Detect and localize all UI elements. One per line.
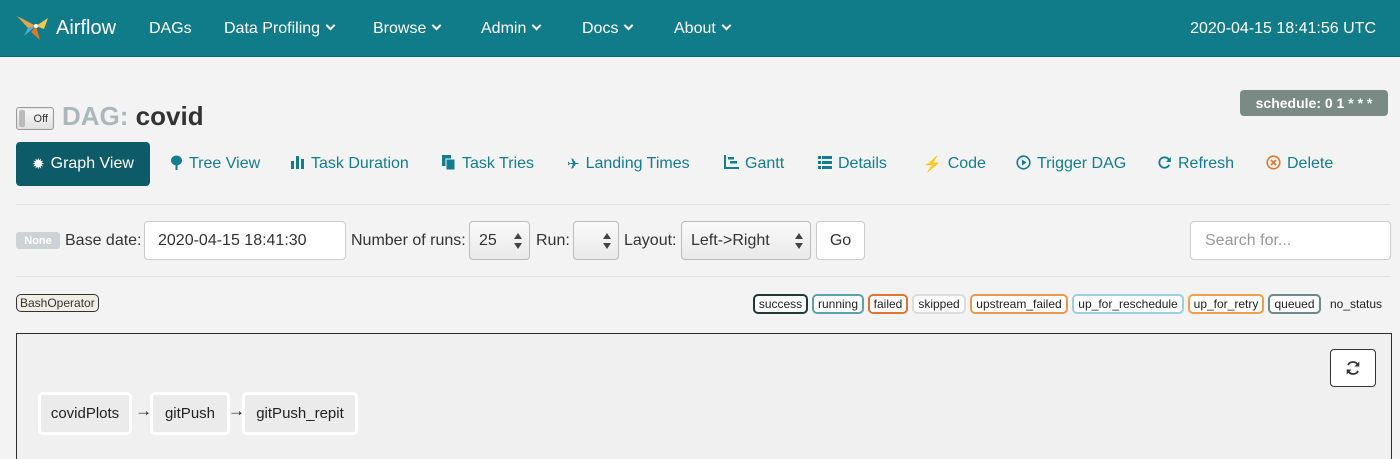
tab-gantt[interactable]: Gantt xyxy=(724,142,784,186)
schedule-badge[interactable]: schedule: 0 1 * * * xyxy=(1240,90,1388,116)
status-legend-upstream-failed[interactable]: upstream_failed xyxy=(970,294,1068,314)
tab-label: Landing Times xyxy=(585,155,690,172)
asterisk-icon: ✹ xyxy=(32,156,45,173)
page-title: DAG: covid xyxy=(62,101,204,132)
list-icon xyxy=(818,155,832,173)
nav-about[interactable]: About xyxy=(674,0,732,57)
chevron-down-icon xyxy=(624,20,634,31)
tab-label: Tree View xyxy=(189,155,261,172)
utc-clock: 2020-04-15 18:41:56 UTC xyxy=(1190,19,1376,37)
base-date-label: Base date: xyxy=(65,232,142,249)
select-arrows-icon xyxy=(514,233,522,249)
divider xyxy=(16,204,1390,205)
tab-graph-view[interactable]: ✹ Graph View xyxy=(16,142,150,186)
go-button[interactable]: Go xyxy=(816,221,865,260)
tree-icon xyxy=(170,155,183,174)
remove-circle-icon xyxy=(1266,154,1281,174)
status-legend-up-for-retry[interactable]: up_for_retry xyxy=(1188,294,1264,314)
tab-label: Details xyxy=(838,155,887,172)
dag-pause-toggle[interactable]: Off xyxy=(16,107,54,130)
chevron-down-icon xyxy=(325,20,336,31)
tab-delete[interactable]: Delete xyxy=(1266,142,1333,186)
search-input[interactable]: Search for... xyxy=(1190,221,1391,260)
airflow-logo-icon xyxy=(17,16,48,40)
play-circle-icon xyxy=(1016,154,1031,174)
nav-browse[interactable]: Browse xyxy=(373,0,442,57)
run-select[interactable] xyxy=(573,221,619,260)
status-legend-up-for-reschedule[interactable]: up_for_reschedule xyxy=(1072,294,1184,314)
gantt-icon xyxy=(724,155,739,173)
graph-node-gitpush[interactable]: gitPush xyxy=(150,392,230,435)
select-arrows-icon xyxy=(603,233,611,249)
status-legend-failed[interactable]: failed xyxy=(868,294,908,314)
operator-legend-bashoperator[interactable]: BashOperator xyxy=(16,294,99,312)
chevron-down-icon xyxy=(531,20,542,31)
refresh-icon xyxy=(1157,155,1172,174)
toggle-label: Off xyxy=(33,112,48,125)
tab-refresh[interactable]: Refresh xyxy=(1157,142,1234,186)
num-runs-select[interactable]: 25 xyxy=(469,221,530,260)
state-badge: None xyxy=(16,232,60,249)
tab-details[interactable]: Details xyxy=(818,142,887,186)
num-runs-label: Number of runs: xyxy=(351,232,466,249)
tab-code[interactable]: ⚡ Code xyxy=(923,142,986,186)
chevron-down-icon xyxy=(721,20,732,31)
graph-node-covidplots[interactable]: covidPlots xyxy=(38,392,132,435)
dag-title-prefix: DAG: xyxy=(62,101,129,131)
tab-label: Refresh xyxy=(1178,155,1235,172)
nav-admin-label: Admin xyxy=(481,19,527,37)
refresh-icon xyxy=(1346,361,1360,375)
nav-admin[interactable]: Admin xyxy=(481,0,542,57)
nav-docs[interactable]: Docs xyxy=(582,0,634,57)
divider xyxy=(16,276,1390,277)
num-runs-value: 25 xyxy=(479,231,497,249)
nav-dags[interactable]: DAGs xyxy=(149,0,192,57)
dag-name: covid xyxy=(135,101,204,131)
status-legend-skipped[interactable]: skipped xyxy=(912,294,966,314)
status-legend-queued[interactable]: queued xyxy=(1268,294,1321,314)
layout-label: Layout: xyxy=(624,232,677,249)
tab-tree-view[interactable]: Tree View xyxy=(170,142,260,186)
nav-dags-label: DAGs xyxy=(149,19,192,37)
tab-label: Graph View xyxy=(50,155,134,172)
chevron-down-icon xyxy=(431,20,442,31)
top-navbar: Airflow DAGs Data Profiling Browse Admin… xyxy=(0,0,1400,57)
tab-trigger-dag[interactable]: Trigger DAG xyxy=(1016,142,1126,186)
tab-label: Delete xyxy=(1287,155,1334,172)
status-legend-running[interactable]: running xyxy=(812,294,864,314)
tab-label: Task Duration xyxy=(311,155,409,172)
files-icon xyxy=(442,154,456,174)
tab-label: Code xyxy=(947,155,986,172)
select-arrows-icon xyxy=(795,233,803,249)
airflow-brand[interactable]: Airflow xyxy=(14,8,116,48)
plane-icon: ✈ xyxy=(567,156,580,173)
run-label: Run: xyxy=(536,232,570,249)
tab-task-tries[interactable]: Task Tries xyxy=(442,142,534,186)
status-legend-no-status[interactable]: no_status xyxy=(1325,294,1387,314)
status-legend-success[interactable]: success xyxy=(753,294,808,314)
tab-label: Gantt xyxy=(745,155,785,172)
tab-task-duration[interactable]: Task Duration xyxy=(291,142,409,186)
flash-icon: ⚡ xyxy=(923,156,942,173)
base-date-input[interactable]: 2020-04-15 18:41:30 xyxy=(144,221,346,260)
graph-refresh-button[interactable] xyxy=(1330,349,1376,387)
nav-browse-label: Browse xyxy=(373,19,427,37)
tab-landing-times[interactable]: ✈ Landing Times xyxy=(567,142,690,186)
graph-node-gitpush-repit[interactable]: gitPush_repit xyxy=(242,392,358,435)
brand-name: Airflow xyxy=(56,16,117,39)
bar-chart-icon xyxy=(291,155,305,173)
nav-docs-label: Docs xyxy=(582,19,619,37)
nav-about-label: About xyxy=(674,19,716,37)
tab-label: Trigger DAG xyxy=(1037,155,1127,172)
layout-select[interactable]: Left->Right xyxy=(681,221,811,260)
layout-value: Left->Right xyxy=(691,231,770,249)
nav-data-profiling[interactable]: Data Profiling xyxy=(224,0,336,57)
nav-data-profiling-label: Data Profiling xyxy=(224,19,321,37)
toggle-knob xyxy=(19,110,25,127)
tab-label: Task Tries xyxy=(462,155,535,172)
